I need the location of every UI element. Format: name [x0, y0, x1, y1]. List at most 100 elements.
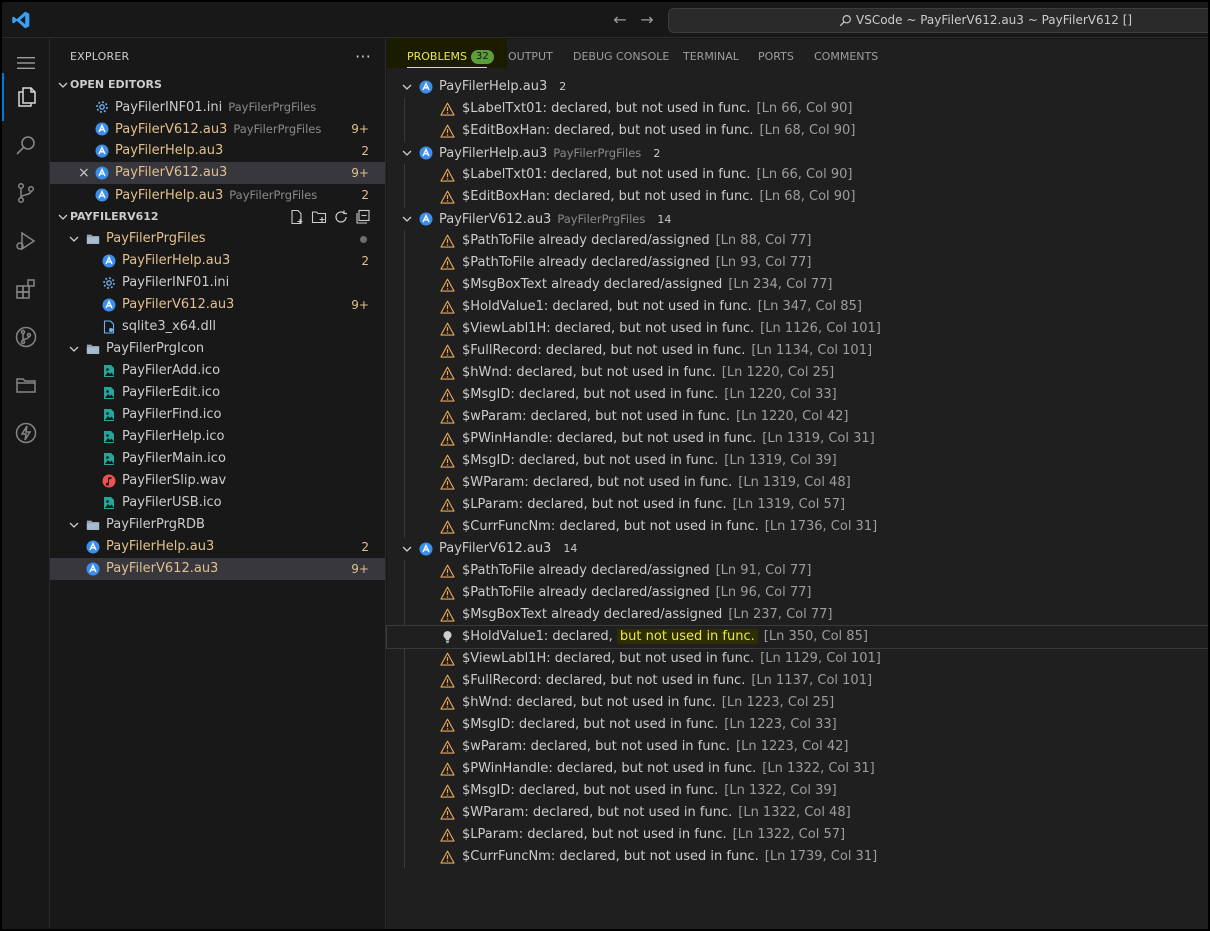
- folder-icon: [86, 234, 100, 244]
- problem-item[interactable]: $LabelTxt01: declared, but not used in f…: [387, 164, 1208, 186]
- tree-item-name: PayFilerHelp.ico: [122, 429, 225, 444]
- problem-location: [Ln 1322, Col 57]: [732, 827, 846, 842]
- problem-location: [Ln 1220, Col 33]: [724, 387, 837, 402]
- extensions-icon[interactable]: [2, 265, 50, 313]
- tab-debug-console[interactable]: DEBUG CONSOLE: [573, 39, 669, 74]
- more-actions-icon[interactable]: ···: [355, 39, 371, 74]
- problem-item[interactable]: $FullRecord: declared, but not used in f…: [387, 670, 1208, 692]
- tree-file[interactable]: PayFilerHelp.au3 2: [50, 536, 385, 558]
- problem-item[interactable]: $ViewLabl1H: declared, but not used in f…: [387, 648, 1208, 670]
- tree-file[interactable]: PayFilerV612.au3 9+: [50, 558, 385, 580]
- open-editor-item[interactable]: PayFilerINF01.ini PayFilerPrgFiles: [50, 96, 385, 118]
- tree-file[interactable]: PayFilerSlip.wav: [50, 470, 385, 492]
- close-icon[interactable]: ×: [78, 162, 90, 184]
- problem-item[interactable]: $LabelTxt01: declared, but not used in f…: [387, 98, 1208, 120]
- explorer-icon[interactable]: [2, 73, 50, 121]
- problem-item[interactable]: $WParam: declared, but not used in func.…: [387, 472, 1208, 494]
- problem-item[interactable]: $MsgID: declared, but not used in func. […: [387, 714, 1208, 736]
- problem-item[interactable]: $PathToFile already declared/assigned [Ln…: [387, 252, 1208, 274]
- problem-file-group[interactable]: PayFilerV612.au3 PayFilerPrgFiles 14: [387, 208, 1208, 230]
- chevron-down-icon: [69, 346, 79, 352]
- folder-icon[interactable]: [2, 361, 50, 409]
- tree-file[interactable]: PayFilerEdit.ico: [50, 382, 385, 404]
- forward-arrow-icon[interactable]: →: [636, 9, 658, 31]
- warning-icon: [440, 322, 455, 336]
- problem-item[interactable]: $CurrFuncNm: declared, but not used in f…: [387, 846, 1208, 868]
- tree-folder[interactable]: PayFilerPrgFiles: [50, 228, 385, 250]
- problem-item[interactable]: $hWnd: declared, but not used in func. [L…: [387, 362, 1208, 384]
- problem-item[interactable]: $PWinHandle: declared, but not used in f…: [387, 428, 1208, 450]
- lightbulb-icon[interactable]: [440, 630, 455, 644]
- problem-item[interactable]: $PathToFile already declared/assigned [Ln…: [387, 560, 1208, 582]
- tab-ports[interactable]: PORTS: [758, 39, 794, 74]
- tree-file[interactable]: PayFilerAdd.ico: [50, 360, 385, 382]
- search-icon[interactable]: [2, 121, 50, 169]
- git-graph-icon[interactable]: [2, 313, 50, 361]
- problem-item[interactable]: $MsgID: declared, but not used in func. […: [387, 384, 1208, 406]
- open-editor-item[interactable]: × PayFilerV612.au3 9+: [50, 162, 385, 184]
- problem-message: $FullRecord: declared, but not used in f…: [462, 673, 746, 688]
- tab-comments[interactable]: COMMENTS: [814, 39, 878, 74]
- problem-item[interactable]: $CurrFuncNm: declared, but not used in f…: [387, 516, 1208, 538]
- back-arrow-icon[interactable]: ←: [609, 9, 631, 31]
- problem-item[interactable]: $wParam: declared, but not used in func.…: [387, 406, 1208, 428]
- problem-location: [Ln 96, Col 77]: [715, 585, 812, 600]
- problem-item[interactable]: $MsgID: declared, but not used in func. […: [387, 780, 1208, 802]
- open-editor-item[interactable]: PayFilerHelp.au3 2: [50, 140, 385, 162]
- problem-message: $CurrFuncNm: declared, but not used in f…: [462, 849, 759, 864]
- tree-item-name: PayFilerPrgIcon: [106, 341, 205, 356]
- open-editor-item[interactable]: PayFilerV612.au3 PayFilerPrgFiles 9+: [50, 118, 385, 140]
- tab-output[interactable]: OUTPUT: [508, 39, 553, 74]
- tree-folder[interactable]: PayFilerPrgIcon: [50, 338, 385, 360]
- problem-item[interactable]: $LParam: declared, but not used in func.…: [387, 494, 1208, 516]
- problem-item[interactable]: $PathToFile already declared/assigned [Ln…: [387, 582, 1208, 604]
- tree-file[interactable]: PayFilerHelp.au3 2: [50, 250, 385, 272]
- problem-message: $MsgBoxText already declared/assigned: [462, 607, 723, 622]
- source-control-icon[interactable]: [2, 169, 50, 217]
- tree-file[interactable]: PayFilerHelp.ico: [50, 426, 385, 448]
- problem-item[interactable]: $PWinHandle: declared, but not used in f…: [387, 758, 1208, 780]
- problem-item[interactable]: $EditBoxHan: declared, but not used in f…: [387, 186, 1208, 208]
- problem-file-group[interactable]: PayFilerHelp.au3 2: [387, 76, 1208, 98]
- problem-location: [Ln 1134, Col 101]: [751, 343, 873, 358]
- new-folder-icon[interactable]: [311, 209, 327, 225]
- problem-file-group[interactable]: PayFilerHelp.au3 PayFilerPrgFiles 2: [387, 142, 1208, 164]
- run-debug-icon[interactable]: [2, 217, 50, 265]
- tree-file[interactable]: PayFilerMain.ico: [50, 448, 385, 470]
- open-editor-item[interactable]: PayFilerHelp.au3 PayFilerPrgFiles 2: [50, 184, 385, 206]
- tree-file[interactable]: PayFilerV612.au3 9+: [50, 294, 385, 316]
- new-file-icon[interactable]: [289, 209, 305, 225]
- problem-item[interactable]: $WParam: declared, but not used in func.…: [387, 802, 1208, 824]
- tree-file[interactable]: PayFilerINF01.ini: [50, 272, 385, 294]
- problem-item[interactable]: $wParam: declared, but not used in func.…: [387, 736, 1208, 758]
- problem-item[interactable]: $MsgBoxText already declared/assigned [Ln…: [387, 604, 1208, 626]
- problem-item[interactable]: $MsgID: declared, but not used in func. […: [387, 450, 1208, 472]
- tab-problems[interactable]: PROBLEMS 32: [407, 39, 494, 74]
- problem-item[interactable]: $EditBoxHan: declared, but not used in f…: [387, 120, 1208, 142]
- warning-icon: [440, 674, 455, 688]
- problem-item[interactable]: $FullRecord: declared, but not used in f…: [387, 340, 1208, 362]
- warning-icon: [440, 300, 455, 314]
- open-editors-header[interactable]: OPEN EDITORS: [50, 74, 385, 96]
- tree-folder[interactable]: PayFilerPrgRDB: [50, 514, 385, 536]
- refresh-icon[interactable]: [333, 209, 349, 225]
- open-editor-path: PayFilerPrgFiles: [228, 100, 317, 114]
- problem-item[interactable]: $LParam: declared, but not used in func.…: [387, 824, 1208, 846]
- problem-item[interactable]: $hWnd: declared, but not used in func. [L…: [387, 692, 1208, 714]
- problem-item[interactable]: $PathToFile already declared/assigned [Ln…: [387, 230, 1208, 252]
- problem-item[interactable]: $HoldValue1: declared, but not used in f…: [387, 296, 1208, 318]
- collapse-all-icon[interactable]: [355, 209, 371, 225]
- tree-file[interactable]: PayFilerFind.ico: [50, 404, 385, 426]
- problem-item[interactable]: $HoldValue1: declared, but not used in f…: [386, 625, 1208, 649]
- workspace-header[interactable]: PAYFILERV612: [50, 206, 385, 228]
- tree-file[interactable]: PayFilerUSB.ico: [50, 492, 385, 514]
- tab-terminal[interactable]: TERMINAL: [683, 39, 739, 74]
- lightning-icon[interactable]: [2, 409, 50, 457]
- tree-file[interactable]: sqlite3_x64.dll: [50, 316, 385, 338]
- problem-message: $wParam: declared, but not used in func.: [462, 409, 731, 424]
- problem-file-group[interactable]: PayFilerV612.au3 14: [387, 538, 1208, 560]
- command-center[interactable]: VSCode ~ PayFilerV612.au3 ~ PayFilerV612…: [668, 8, 1208, 33]
- image-file-icon: [104, 387, 114, 399]
- problem-item[interactable]: $MsgBoxText already declared/assigned [Ln…: [387, 274, 1208, 296]
- problem-item[interactable]: $ViewLabl1H: declared, but not used in f…: [387, 318, 1208, 340]
